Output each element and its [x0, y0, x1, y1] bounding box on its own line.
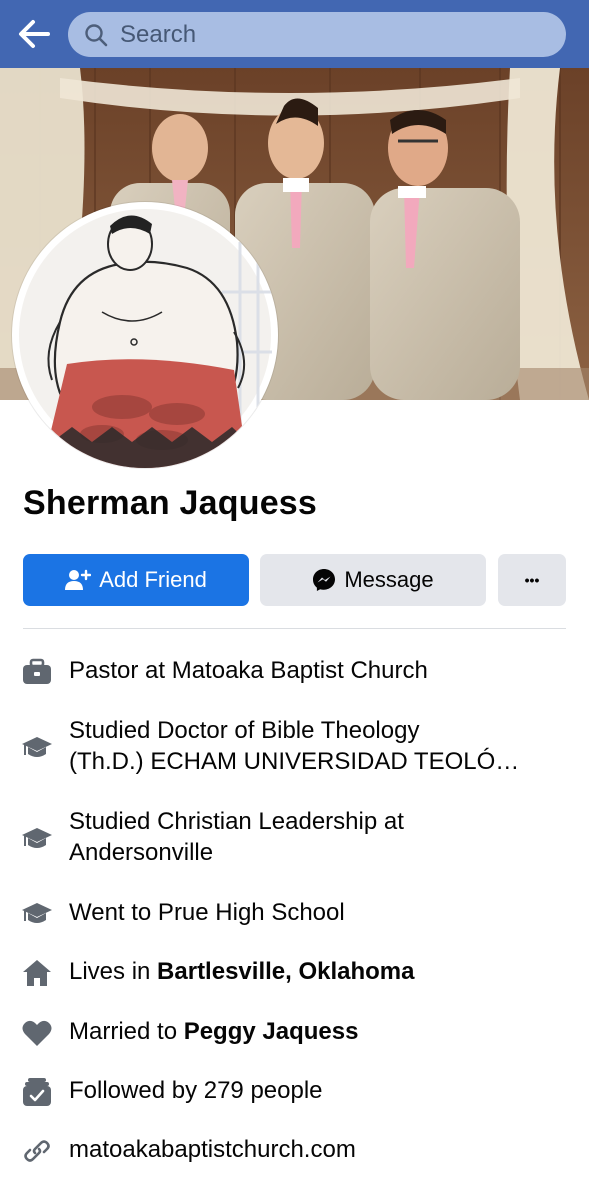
- message-button[interactable]: Message: [260, 554, 486, 606]
- graduation-cap-icon: [20, 897, 54, 931]
- top-bar: [0, 0, 589, 68]
- graduation-cap-icon: [20, 822, 54, 856]
- message-label: Message: [344, 567, 434, 592]
- lives-prefix: Lives in: [69, 958, 158, 985]
- relationship-text: Married to Peggy Jaquess: [69, 1016, 549, 1047]
- more-options-label: •••: [524, 572, 540, 588]
- briefcase-icon: [20, 655, 54, 689]
- profile-name: Sherman Jaquess: [23, 484, 318, 522]
- website-link[interactable]: matoakabaptistchurch.com: [69, 1134, 549, 1165]
- search-input[interactable]: [118, 13, 542, 56]
- add-friend-icon: [65, 569, 92, 591]
- lives-text: Lives in Bartlesville, Oklahoma: [69, 956, 549, 987]
- education-2-line-1: Studied Christian Leadership at: [69, 808, 404, 835]
- lives-place-link[interactable]: Bartlesville, Oklahoma: [157, 958, 414, 985]
- home-icon: [20, 956, 54, 990]
- add-friend-label: Add Friend: [99, 567, 207, 592]
- detail-education-2: Studied Christian Leadership at Anderson…: [20, 806, 566, 868]
- detail-relationship: Married to Peggy Jaquess: [20, 1016, 566, 1050]
- followers-text: Followed by 279 people: [69, 1077, 323, 1104]
- education-1-text: Studied Doctor of Bible Theology (Th.D.)…: [69, 715, 549, 777]
- messenger-icon: [312, 568, 336, 592]
- profile-picture-image: [19, 209, 272, 468]
- link-icon: [20, 1134, 54, 1168]
- detail-lives: Lives in Bartlesville, Oklahoma: [20, 956, 566, 990]
- search-bar[interactable]: [68, 12, 566, 57]
- add-friend-button[interactable]: Add Friend: [23, 554, 249, 606]
- work-text: Pastor at Matoaka Baptist Church: [69, 657, 428, 684]
- education-1-line-2: (Th.D.) ECHAM UNIVERSIDAD TEOLÓ…: [69, 748, 520, 775]
- detail-website: matoakabaptistchurch.com: [20, 1134, 566, 1168]
- profile-picture[interactable]: [12, 202, 278, 468]
- education-1-line-1: Studied Doctor of Bible Theology: [69, 717, 420, 744]
- search-icon: [85, 23, 108, 46]
- arrow-left-icon: [19, 20, 50, 48]
- divider: [23, 628, 566, 629]
- detail-work: Pastor at Matoaka Baptist Church: [20, 655, 566, 689]
- graduation-cap-icon: [20, 731, 54, 765]
- detail-education-1: Studied Doctor of Bible Theology (Th.D.)…: [20, 715, 566, 777]
- education-3-text: Went to Prue High School: [69, 899, 345, 926]
- heart-icon: [20, 1016, 54, 1050]
- spouse-name-link[interactable]: Peggy Jaquess: [184, 1018, 359, 1045]
- back-button[interactable]: [14, 16, 54, 52]
- detail-followers: Followed by 279 people: [20, 1075, 566, 1109]
- detail-education-3: Went to Prue High School: [20, 897, 566, 931]
- more-options-button[interactable]: •••: [498, 554, 566, 606]
- education-2-line-2: Andersonville: [69, 839, 214, 866]
- married-prefix: Married to: [69, 1018, 184, 1045]
- followers-icon: [20, 1075, 54, 1109]
- education-2-text: Studied Christian Leadership at Anderson…: [69, 806, 549, 868]
